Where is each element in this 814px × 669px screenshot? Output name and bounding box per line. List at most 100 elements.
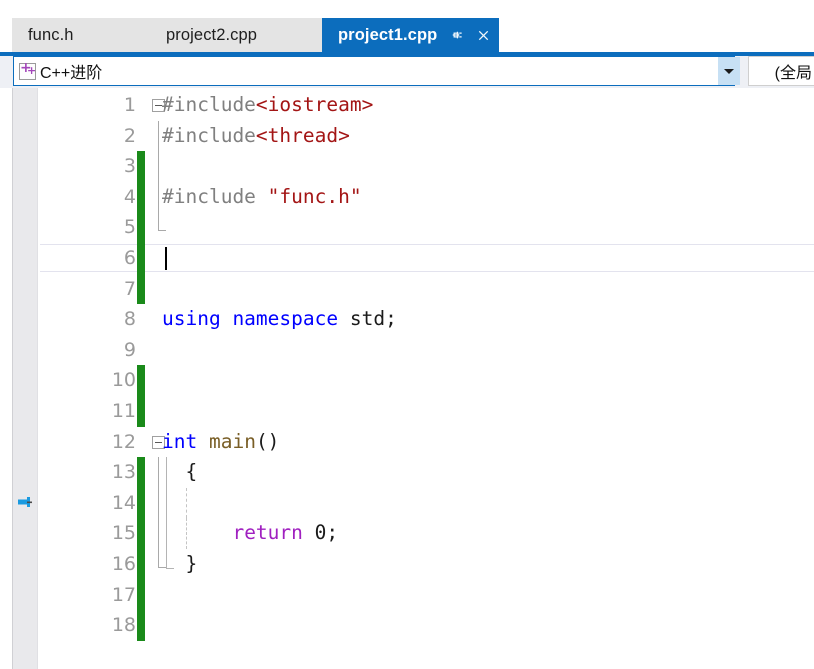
line-number: 2 xyxy=(123,124,136,147)
change-bar xyxy=(137,243,145,274)
line-number: 16 xyxy=(111,553,136,575)
code-editor[interactable]: 1 #include<iostream> 2 #include<thread> 3 4 #i… xyxy=(0,88,814,669)
outline-guide xyxy=(158,457,159,488)
code-line[interactable]: 14 xyxy=(0,487,814,519)
line-number: 13 xyxy=(111,461,136,484)
line-number: 1 xyxy=(123,94,136,116)
outline-guide xyxy=(158,181,159,213)
code-line[interactable]: 2 #include<thread> xyxy=(0,120,814,152)
code-token: 0; xyxy=(314,521,339,545)
project-selector-label: C++进阶 xyxy=(40,65,103,82)
line-number: 6 xyxy=(123,247,136,269)
code-token: <thread> xyxy=(255,123,350,147)
outline-guide xyxy=(158,120,159,152)
cpp-project-icon xyxy=(19,60,36,80)
code-line[interactable]: 10 xyxy=(0,365,814,396)
code-token: } xyxy=(162,552,198,575)
code-token: std; xyxy=(349,307,397,331)
outline-guide xyxy=(158,487,159,519)
project-selector-combobox[interactable]: C++进阶 xyxy=(13,56,735,86)
code-line[interactable]: 7 xyxy=(0,273,814,305)
change-bar xyxy=(137,151,145,182)
change-bar xyxy=(137,273,145,305)
text-caret xyxy=(165,247,167,270)
line-number: 11 xyxy=(111,400,136,422)
code-text: } xyxy=(162,549,197,579)
tab-project2-cpp[interactable]: project2.cpp xyxy=(150,18,322,52)
line-number: 4 xyxy=(123,185,136,208)
code-line[interactable]: 16 } xyxy=(0,549,814,580)
line-number: 18 xyxy=(111,614,136,637)
code-line[interactable]: 1 #include<iostream> xyxy=(0,90,814,121)
code-line[interactable]: 9 xyxy=(0,335,814,366)
line-number: 9 xyxy=(123,338,136,361)
code-text: int main() xyxy=(162,427,279,457)
code-text: return 0; xyxy=(162,518,338,548)
change-bar xyxy=(137,610,145,641)
scope-selector-combobox[interactable]: (全局 xyxy=(748,56,814,86)
code-token: #include xyxy=(162,123,256,147)
code-line[interactable]: 12 int main() xyxy=(0,427,814,458)
line-number: 3 xyxy=(123,155,136,178)
code-line[interactable]: 11 xyxy=(0,396,814,427)
code-token: main xyxy=(208,429,256,453)
change-bar xyxy=(137,212,145,243)
code-line[interactable]: 15 return 0; xyxy=(0,518,814,549)
tab-project1-cpp[interactable]: project1.cpp xyxy=(322,18,500,52)
code-line[interactable]: 17 xyxy=(0,579,814,611)
line-number: 12 xyxy=(111,430,136,453)
pin-icon[interactable] xyxy=(449,28,464,43)
tab-label: func.h xyxy=(28,25,74,44)
tab-func-h[interactable]: func.h xyxy=(12,18,150,52)
line-number: 10 xyxy=(111,369,136,392)
tab-label: project2.cpp xyxy=(166,25,258,44)
editor-tab-strip: func.h project2.cpp project1.cpp xyxy=(0,0,814,52)
code-line[interactable]: 6 xyxy=(0,243,814,274)
tab-label: project1.cpp xyxy=(338,25,438,44)
line-number: 5 xyxy=(123,216,136,239)
outline-guide xyxy=(158,518,159,549)
code-token: () xyxy=(255,429,280,453)
block-guide xyxy=(166,487,167,519)
code-token: return xyxy=(232,521,315,545)
code-token: { xyxy=(162,460,198,484)
line-number: 14 xyxy=(111,491,136,514)
change-bar xyxy=(137,181,145,213)
tab-list: func.h project2.cpp project1.cpp xyxy=(12,18,500,52)
change-bar xyxy=(137,487,145,519)
code-text: #include<iostream> xyxy=(162,90,373,120)
code-line[interactable]: 3 xyxy=(0,151,814,182)
change-bar xyxy=(137,549,145,580)
outline-guide-end xyxy=(158,212,166,232)
change-bar xyxy=(137,579,145,611)
code-token: #include xyxy=(162,184,268,208)
navigation-bar: C++进阶 (全局 xyxy=(0,56,814,88)
code-line[interactable]: 8 using namespace std; xyxy=(0,304,814,335)
chevron-down-icon[interactable] xyxy=(718,57,740,85)
outline-guide xyxy=(158,151,159,182)
code-text: { xyxy=(162,457,197,487)
code-token: int xyxy=(162,429,209,453)
code-line[interactable]: 4 #include "func.h" xyxy=(0,181,814,213)
code-text: #include<thread> xyxy=(162,121,350,151)
project-selector-value-wrap: C++进阶 xyxy=(14,59,102,83)
code-token: using namespace xyxy=(162,307,350,331)
change-bar xyxy=(137,365,145,396)
indent-guide xyxy=(186,487,187,519)
code-line[interactable]: 5 xyxy=(0,212,814,243)
line-number: 17 xyxy=(111,583,136,606)
code-token: <iostream> xyxy=(255,93,374,116)
change-bar xyxy=(137,396,145,427)
code-text: #include "func.h" xyxy=(162,182,362,212)
current-line-highlight xyxy=(40,244,814,272)
line-number: 7 xyxy=(123,277,136,300)
code-line[interactable]: 13 { xyxy=(0,457,814,488)
code-line[interactable]: 18 xyxy=(0,610,814,641)
chevron-down-glyph xyxy=(724,68,734,74)
change-bar xyxy=(137,457,145,488)
close-icon[interactable] xyxy=(476,28,491,43)
scope-selector-label: (全局 xyxy=(774,65,812,82)
code-text: using namespace std; xyxy=(162,304,397,334)
change-bar xyxy=(137,518,145,549)
